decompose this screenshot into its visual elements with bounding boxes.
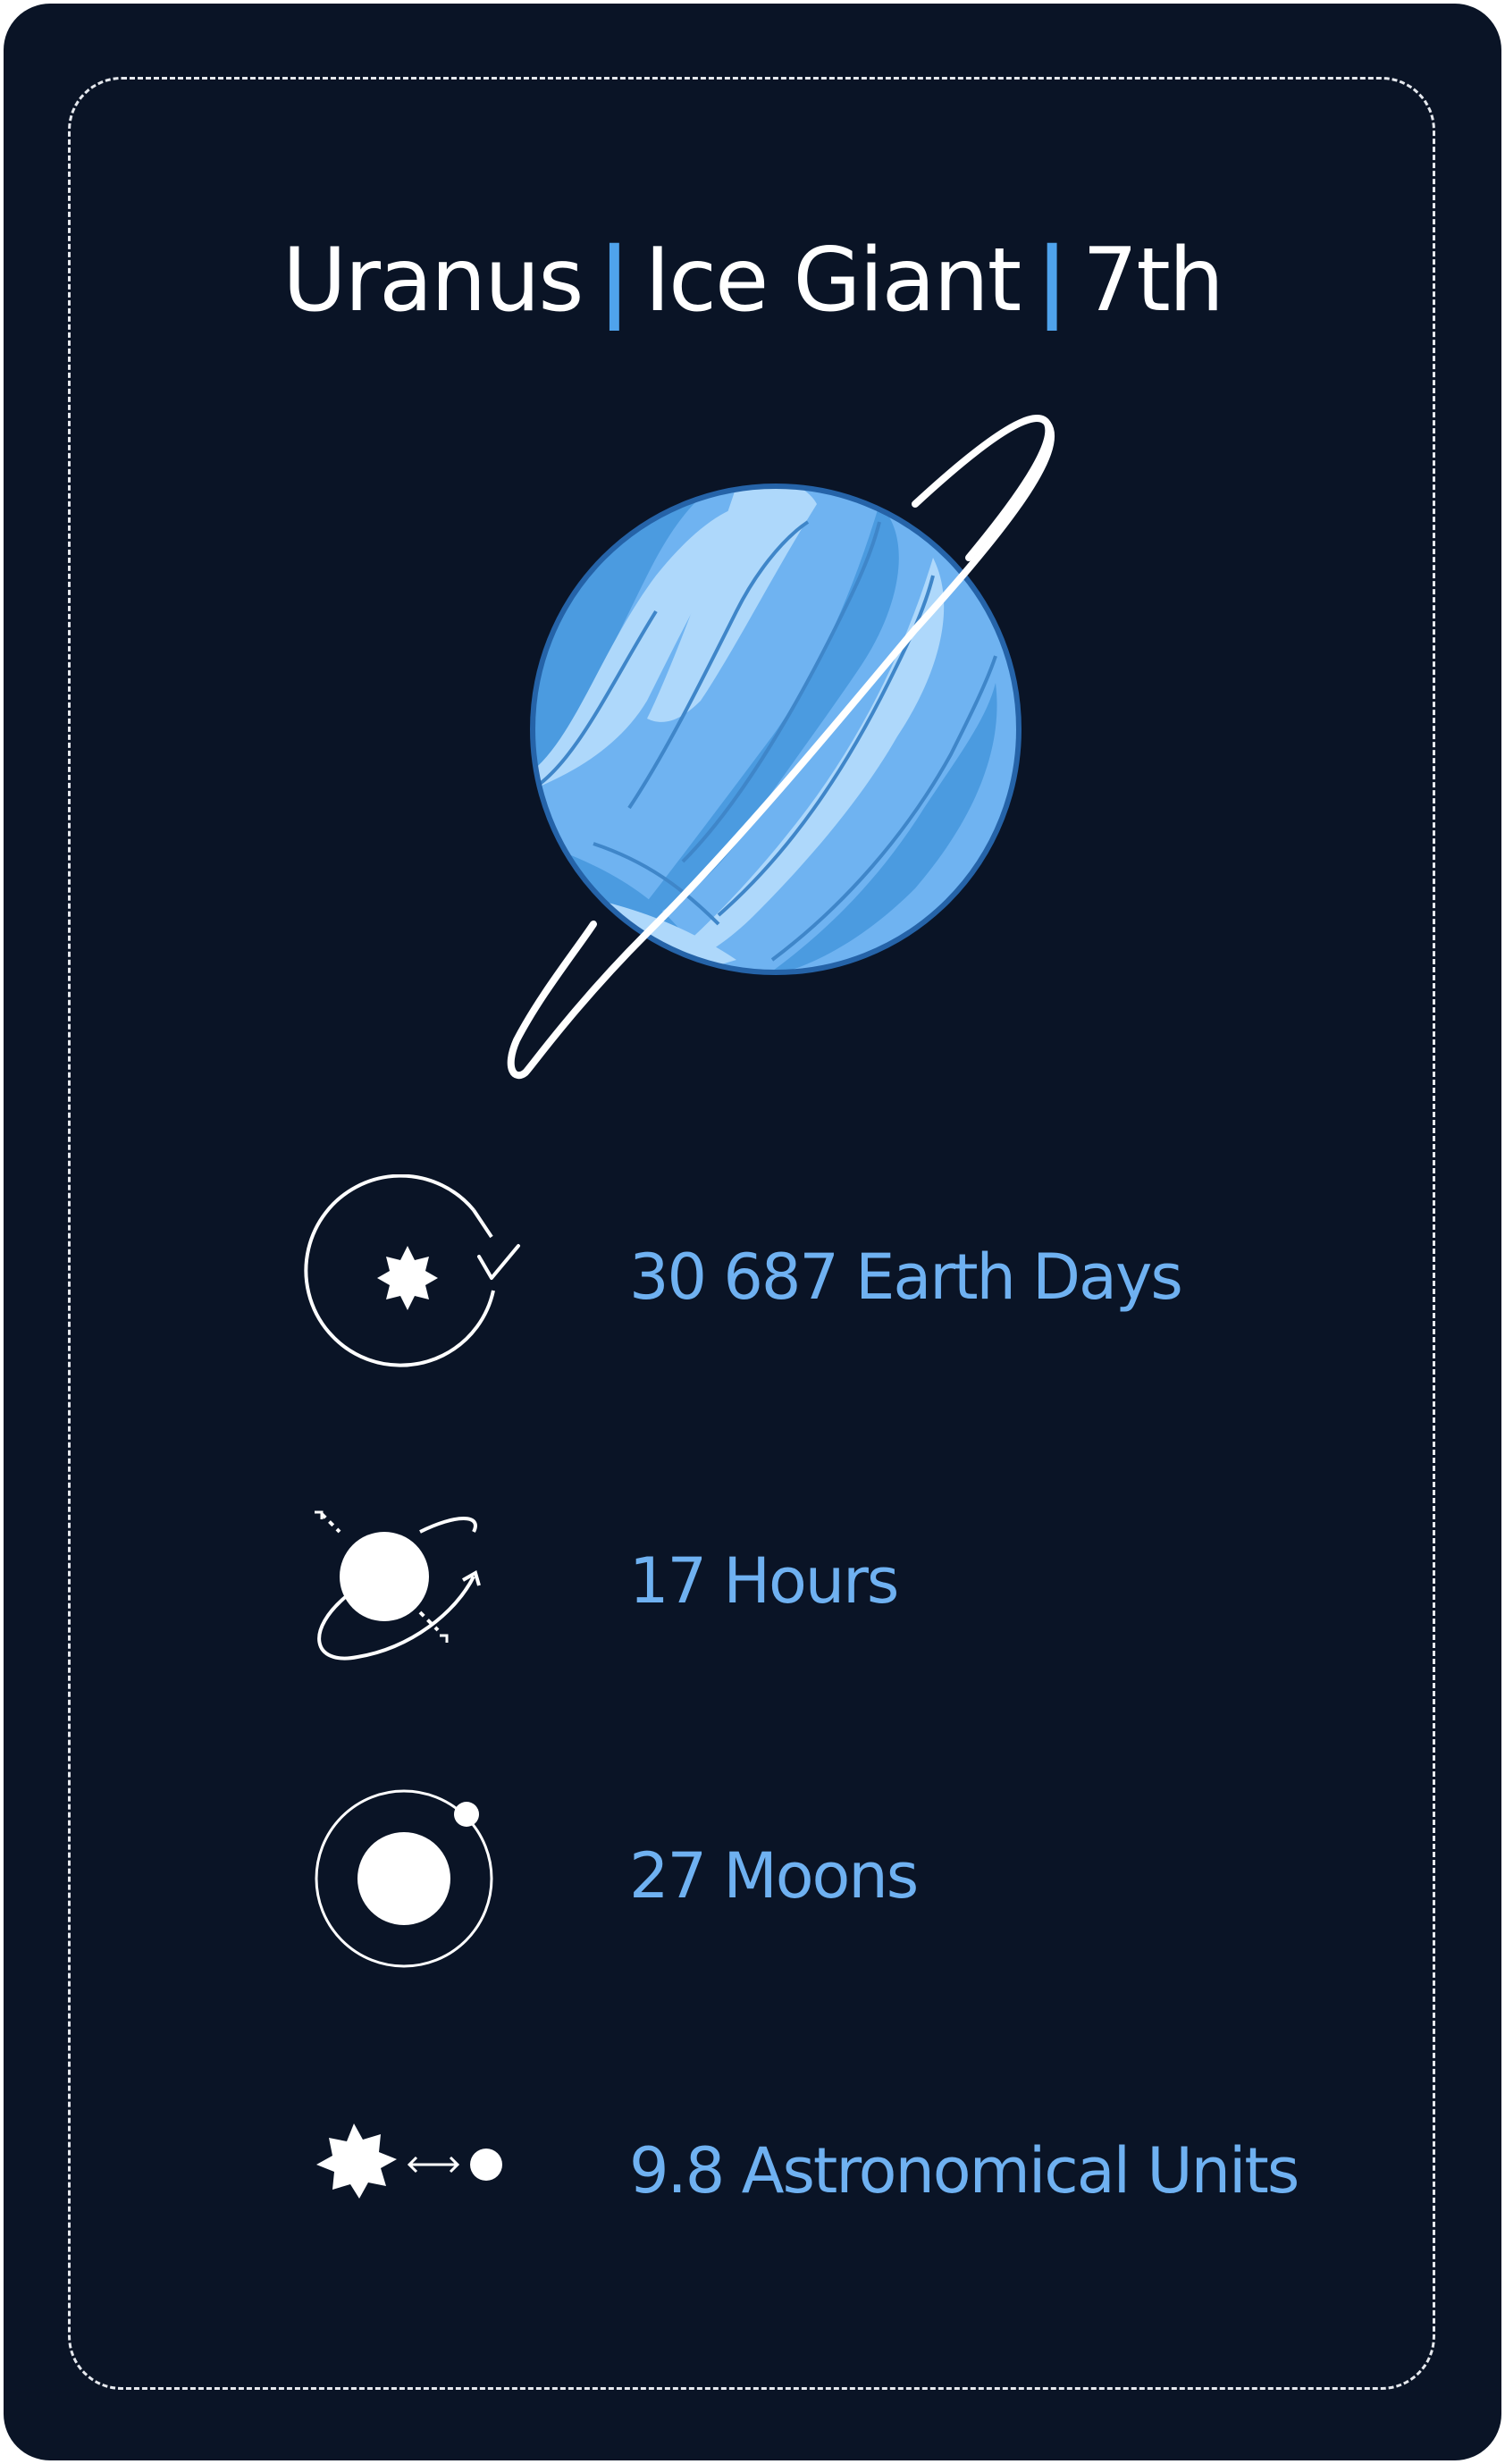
moons-icon: [315, 1789, 493, 1968]
stat-distance: 9.8 Astronomical Units: [629, 2134, 1299, 2208]
title-separator: |: [598, 230, 630, 332]
distance-icon: [316, 2123, 502, 2199]
planet-card: Uranus | Ice Giant | 7th 30 687 Earth Da…: [4, 4, 1501, 2460]
planet-name: Uranus: [282, 230, 584, 332]
orbit-period-icon: [304, 1174, 520, 1367]
stat-rotation: 17 Hours: [629, 1544, 899, 1618]
planet-order: 7th: [1082, 230, 1224, 332]
title-separator: |: [1036, 230, 1068, 332]
rotation-icon: [315, 1510, 481, 1661]
stat-orbit-period: 30 687 Earth Days: [629, 1240, 1183, 1314]
planet-type: Ice Giant: [644, 230, 1022, 332]
uranus-planet-illustration: [507, 415, 1055, 1080]
card-title: Uranus | Ice Giant | 7th: [4, 218, 1501, 343]
stat-moons: 27 Moons: [629, 1839, 919, 1913]
